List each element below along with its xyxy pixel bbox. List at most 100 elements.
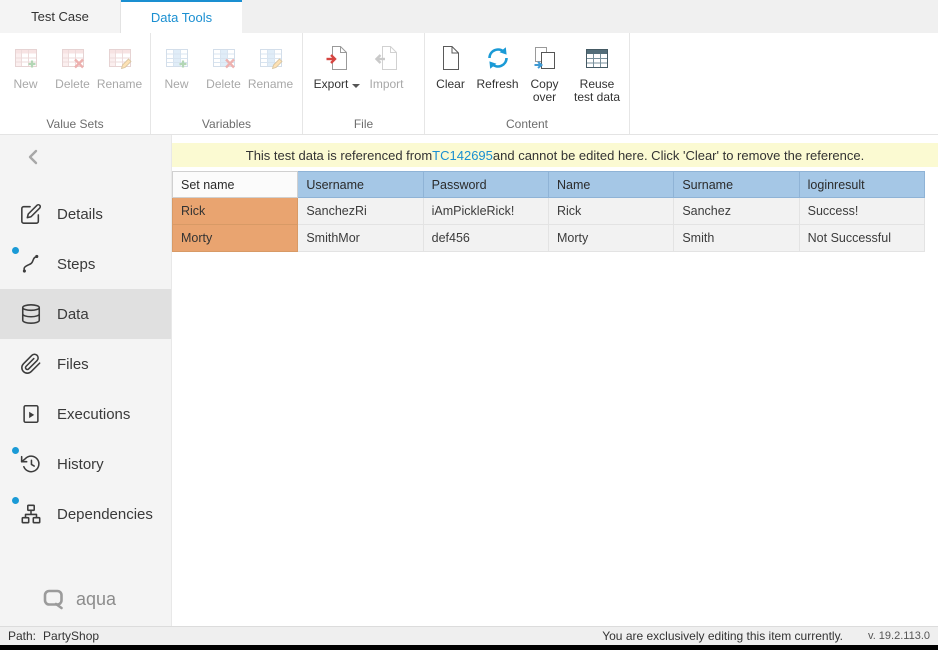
table-delete-icon (60, 41, 86, 75)
sidebar-item-details[interactable]: Details (0, 189, 171, 239)
history-icon (20, 453, 42, 475)
sidebar-item-dependencies[interactable]: Dependencies (0, 489, 171, 539)
chevron-left-icon (26, 148, 40, 166)
path-value: PartyShop (43, 629, 99, 643)
database-icon (20, 303, 42, 325)
export-icon (324, 41, 350, 75)
dropdown-caret-icon (352, 84, 360, 88)
table-cell[interactable]: Sanchez (674, 198, 799, 225)
button-label: Refresh (476, 78, 518, 91)
dependencies-icon (20, 503, 42, 525)
table-cell[interactable]: def456 (423, 225, 548, 252)
table-row: Rick SanchezRi iAmPickleRick! Rick Sanch… (173, 198, 925, 225)
value-sets-new-button[interactable]: New (2, 37, 49, 91)
copy-over-icon (532, 41, 558, 75)
ribbon-toolbar: New Delete Rename Value Sets N (0, 33, 938, 135)
value-sets-delete-button[interactable]: Delete (49, 37, 96, 91)
clear-button[interactable]: Clear (427, 37, 474, 91)
button-label: Delete (55, 78, 90, 91)
column-header-surname[interactable]: Surname (674, 172, 799, 198)
variables-rename-button[interactable]: Rename (247, 37, 294, 91)
export-button[interactable]: Export (311, 37, 363, 91)
test-data-table: Set name Username Password Name Surname … (172, 171, 925, 252)
value-sets-rename-button[interactable]: Rename (96, 37, 143, 91)
sidebar-item-label: Files (57, 356, 89, 373)
content-area: This test data is referenced from TC1426… (172, 135, 938, 626)
refresh-icon (485, 41, 511, 75)
button-label: New (164, 78, 188, 91)
column-header-name[interactable]: Name (548, 172, 673, 198)
table-cell[interactable]: SanchezRi (298, 198, 423, 225)
notification-dot (12, 447, 19, 454)
table-header-row: Set name Username Password Name Surname … (173, 172, 925, 198)
aqua-logo: aqua (42, 588, 116, 610)
table-cell[interactable]: Rick (548, 198, 673, 225)
sidebar-item-label: History (57, 456, 104, 473)
notification-dot (12, 247, 19, 254)
button-label: Rename (97, 78, 142, 91)
button-label: Rename (248, 78, 293, 91)
bottom-bar (0, 645, 938, 650)
sidebar-item-history[interactable]: History (0, 439, 171, 489)
variables-delete-button[interactable]: Delete (200, 37, 247, 91)
tab-test-case[interactable]: Test Case (0, 0, 121, 33)
notice-text-after: and cannot be edited here. Click 'Clear'… (493, 148, 864, 163)
collapse-sidebar-button[interactable] (0, 135, 171, 179)
ribbon-group-label: Value Sets (0, 117, 150, 131)
import-icon (374, 41, 400, 75)
sidebar-item-files[interactable]: Files (0, 339, 171, 389)
button-label: Import (369, 78, 403, 91)
button-label: Delete (206, 78, 241, 91)
ribbon-spacer (630, 33, 938, 134)
copy-over-button[interactable]: Copy over (521, 37, 568, 104)
ribbon-group-label: Content (425, 117, 629, 131)
attachment-icon (20, 353, 42, 375)
tab-bar: Test Case Data Tools (0, 0, 938, 33)
version-label: v. 19.2.113.0 (868, 630, 930, 642)
set-name-cell[interactable]: Morty (173, 225, 298, 252)
variables-new-button[interactable]: New (153, 37, 200, 91)
status-bar: Path: PartyShop You are exclusively edit… (0, 626, 938, 645)
aqua-logo-icon (42, 588, 67, 610)
sidebar: Details Steps Data (0, 135, 172, 626)
button-label: New (13, 78, 37, 91)
edit-icon (20, 203, 42, 225)
sidebar-item-label: Dependencies (57, 506, 153, 523)
sidebar-item-data[interactable]: Data (0, 289, 171, 339)
refresh-button[interactable]: Refresh (474, 37, 521, 91)
app-window: Test Case Data Tools New Delete Re (0, 0, 938, 650)
column-header-loginresult[interactable]: loginresult (799, 172, 924, 198)
steps-icon (20, 253, 42, 275)
table-cell[interactable]: Morty (548, 225, 673, 252)
column-rename-icon (258, 41, 284, 75)
clear-icon (440, 41, 462, 75)
sidebar-item-label: Details (57, 206, 103, 223)
sidebar-item-label: Executions (57, 406, 130, 423)
column-header-password[interactable]: Password (423, 172, 548, 198)
tab-data-tools[interactable]: Data Tools (121, 0, 242, 33)
table-cell[interactable]: Smith (674, 225, 799, 252)
path-breadcrumb: Path: PartyShop (8, 629, 99, 643)
table-cell[interactable]: Not Successful (799, 225, 924, 252)
path-label: Path: (8, 629, 36, 643)
column-delete-icon (211, 41, 237, 75)
button-label: Reuse test data (571, 78, 623, 104)
table-cell[interactable]: iAmPickleRick! (423, 198, 548, 225)
button-label: Copy over (527, 78, 563, 104)
table-rename-icon (107, 41, 133, 75)
editing-status-message: You are exclusively editing this item cu… (602, 629, 843, 643)
table-cell[interactable]: SmithMor (298, 225, 423, 252)
button-label: Export (314, 77, 349, 91)
sidebar-item-steps[interactable]: Steps (0, 239, 171, 289)
set-name-cell[interactable]: Rick (173, 198, 298, 225)
table-cell[interactable]: Success! (799, 198, 924, 225)
executions-icon (20, 403, 42, 425)
import-button[interactable]: Import (363, 37, 410, 91)
reuse-test-data-button[interactable]: Reuse test data (568, 37, 626, 104)
column-header-set-name[interactable]: Set name (173, 172, 298, 198)
main-area: Details Steps Data (0, 135, 938, 626)
ribbon-group-content: Clear Refresh Copy over Reuse test data (425, 33, 630, 134)
column-header-username[interactable]: Username (298, 172, 423, 198)
sidebar-item-executions[interactable]: Executions (0, 389, 171, 439)
test-case-link[interactable]: TC142695 (432, 148, 493, 163)
